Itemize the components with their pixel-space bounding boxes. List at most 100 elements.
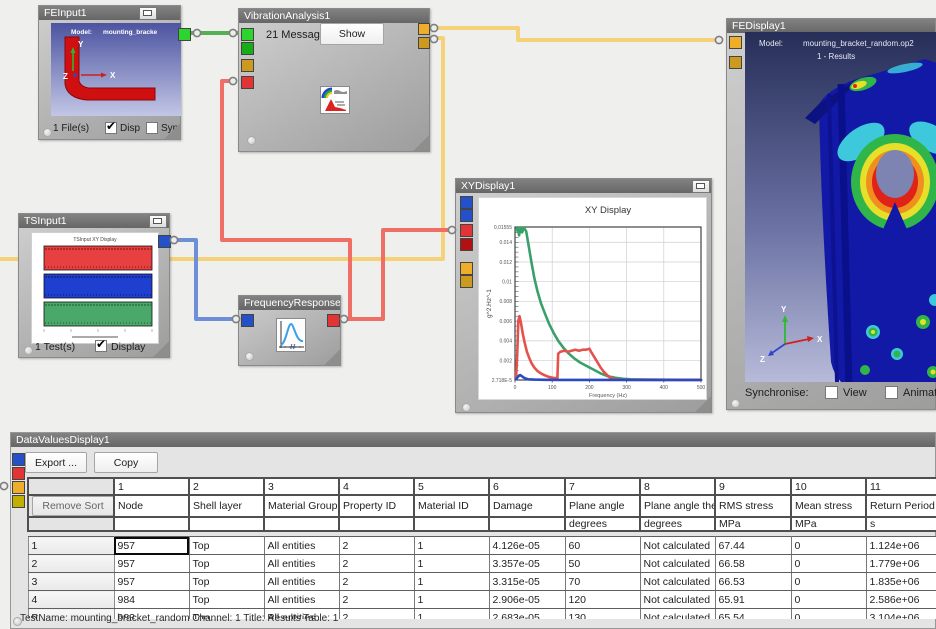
column-name-header[interactable]: Material Group [263,494,340,518]
resize-handle[interactable] [163,122,180,139]
fe-display-titlebar[interactable]: FEDisplay1 [727,19,935,33]
display-checkbox[interactable] [105,122,117,134]
column-number-header[interactable]: 11 [865,477,936,496]
column-name-header[interactable]: Shell layer [188,494,265,518]
timeseries-output-port[interactable] [158,235,171,248]
column-number-header[interactable]: 1 [113,477,190,496]
table-cell[interactable]: 2 [338,608,415,619]
row-number-header[interactable]: 1 [27,536,115,555]
table-cell[interactable]: Not calculated [639,608,716,619]
show-messages-button[interactable]: Show [320,23,384,45]
wire-red-frf-to-display[interactable] [340,228,452,321]
column-number-header[interactable]: 4 [338,477,415,496]
results-input-port-1[interactable] [729,36,742,49]
window-icon[interactable] [139,7,157,20]
table-cell[interactable]: 65.91 [714,590,792,609]
table-cell[interactable]: 0 [790,554,867,573]
table-cell[interactable]: 1 [413,572,490,591]
sync-animation-checkbox[interactable] [885,386,898,399]
column-name-header[interactable]: Plane angle [564,494,641,518]
table-cell[interactable]: All entities [263,572,340,591]
ts-input-titlebar[interactable]: TSInput1 [19,214,169,228]
table-cell[interactable]: 3.104e+06 [865,608,936,619]
table-cell[interactable]: 1.779e+06 [865,554,936,573]
frequency-response-titlebar[interactable]: FrequencyResponse1 [239,296,340,310]
dv-input-port-3[interactable] [12,481,25,494]
table-cell[interactable]: Top [188,536,265,555]
table-cell[interactable]: 2 [338,536,415,555]
table-cell[interactable]: 70 [564,572,641,591]
table-cell[interactable]: 0 [790,572,867,591]
column-number-header[interactable]: 6 [488,477,566,496]
table-cell[interactable]: 1 [413,554,490,573]
table-cell[interactable]: 3.315e-05 [488,572,566,591]
table-cell[interactable]: Not calculated [639,554,716,573]
table-cell[interactable]: 60 [564,536,641,555]
column-number-header[interactable]: 10 [790,477,867,496]
table-cell[interactable]: 984 [113,590,190,609]
dv-input-port-1[interactable] [12,453,25,466]
table-cell[interactable]: 66.58 [714,554,792,573]
export-button[interactable]: Export ... [25,452,87,473]
table-cell[interactable]: 0 [790,536,867,555]
vibration-analysis-titlebar[interactable]: VibrationAnalysis1 [239,9,429,23]
column-number-header[interactable]: 2 [188,477,265,496]
table-cell[interactable]: Not calculated [639,590,716,609]
table-cell[interactable]: 4.126e-05 [488,536,566,555]
xy-display-titlebar[interactable]: XYDisplay1 [456,179,711,193]
table-cell[interactable]: Top [188,590,265,609]
column-name-header[interactable]: Plane angle thet [639,494,716,518]
column-number-header[interactable]: 9 [714,477,792,496]
resize-handle[interactable] [152,340,169,357]
row-number-header[interactable]: 3 [27,572,115,591]
table-cell[interactable]: 1 [413,590,490,609]
fe-input-titlebar[interactable]: FEInput1 [39,6,180,20]
column-name-header[interactable]: Mean stress [790,494,867,518]
table-cell[interactable]: Top [188,554,265,573]
table-cell[interactable]: 2.906e-05 [488,590,566,609]
table-cell[interactable]: 957 [113,572,190,591]
xy-input-port-4[interactable] [460,238,473,251]
table-cell[interactable]: 2.683e-05 [488,608,566,619]
table-cell[interactable]: 1 [413,536,490,555]
table-cell[interactable]: 3.357e-05 [488,554,566,573]
column-number-header[interactable]: 7 [564,477,641,496]
table-cell[interactable]: 67.44 [714,536,792,555]
remove-sort-button[interactable]: Remove Sort [32,497,112,515]
table-cell[interactable]: All entities [263,554,340,573]
results-output-port-2[interactable] [418,37,430,49]
column-name-header[interactable]: Property ID [338,494,415,518]
table-cell[interactable]: 66.53 [714,572,792,591]
table-cell[interactable]: All entities [263,590,340,609]
column-name-header[interactable]: Material ID [413,494,490,518]
table-cell[interactable]: 2 [338,572,415,591]
wire-blue-timeseries[interactable] [168,238,236,321]
table-cell[interactable]: 2 [338,590,415,609]
fe-model-input-port-2[interactable] [241,42,254,55]
window-icon[interactable] [692,180,710,193]
resize-handle[interactable] [694,395,711,412]
table-cell[interactable]: 0 [790,608,867,619]
window-icon[interactable] [149,215,167,228]
column-number-header[interactable]: 5 [413,477,490,496]
table-cell[interactable]: Not calculated [639,572,716,591]
table-cell[interactable]: Top [188,572,265,591]
table-cell[interactable]: 2 [338,554,415,573]
table-cell[interactable]: 2.586e+06 [865,590,936,609]
xy-input-port-5[interactable] [460,262,473,275]
fe-model-output-port[interactable] [178,28,191,41]
dv-input-port-2[interactable] [12,467,25,480]
row-number-header[interactable]: 2 [27,554,115,573]
column-name-header[interactable]: Damage [488,494,566,518]
resize-handle[interactable] [412,134,429,151]
xy-input-port-2[interactable] [460,209,473,222]
results-output-port-1[interactable] [418,23,430,35]
table-cell[interactable]: 50 [564,554,641,573]
materials-input-port[interactable] [241,59,254,72]
frf-output-port[interactable] [327,314,340,327]
table-cell[interactable]: 65.54 [714,608,792,619]
sync-view-checkbox[interactable] [825,386,838,399]
table-cell[interactable]: 957 [113,554,190,573]
column-number-header[interactable]: 8 [639,477,716,496]
fe-model-input-port[interactable] [241,28,254,41]
